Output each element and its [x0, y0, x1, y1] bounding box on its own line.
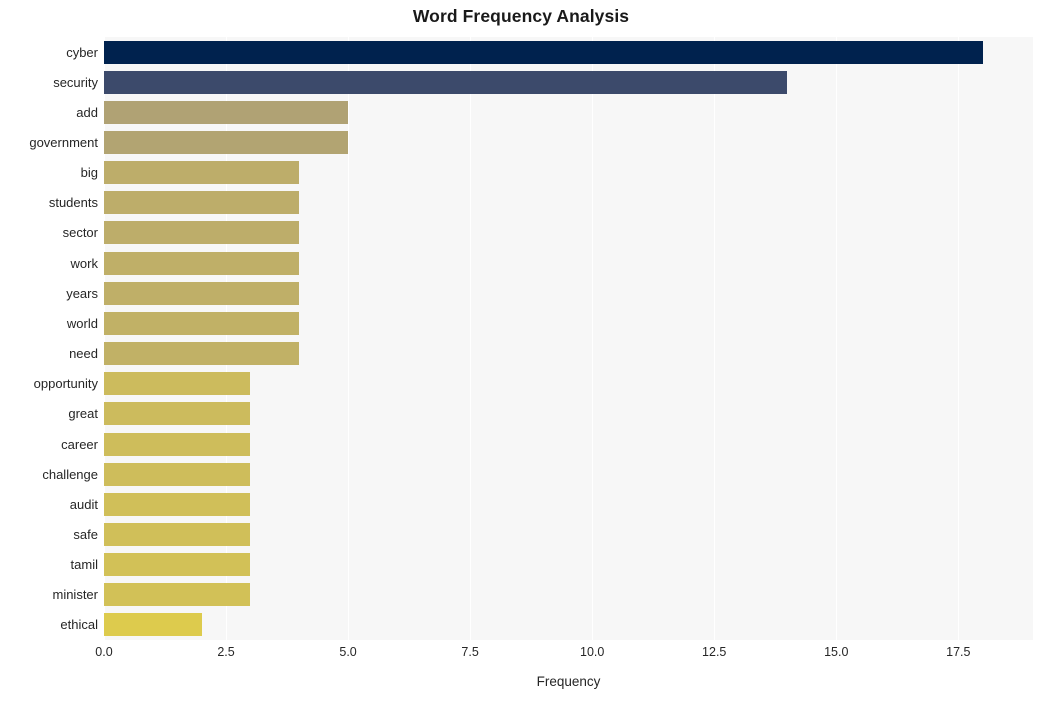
bar-government	[104, 131, 349, 155]
x-tick-label-2.5: 2.5	[217, 645, 235, 659]
bar-need	[104, 342, 300, 366]
bar-challenge	[104, 462, 251, 486]
bar-work	[104, 251, 300, 275]
bar-career	[104, 432, 251, 456]
chart-title: Word Frequency Analysis	[412, 6, 630, 26]
y-tick-label-world: world	[66, 315, 98, 331]
y-tick-label-need: need	[69, 346, 98, 362]
x-axis-tick-labels: 0.0 2.5 5.0 7.5 10.0 12.5 15.0 17.5	[95, 645, 1033, 665]
y-tick-label-ethical: ethical	[60, 617, 98, 633]
plot-area	[104, 37, 1033, 640]
x-tick-label-12.5: 12.5	[702, 645, 727, 659]
y-tick-label-challenge: challenge	[42, 466, 98, 482]
y-tick-label-safe: safe	[73, 526, 98, 542]
y-tick-label-opportunity: opportunity	[33, 376, 98, 392]
y-tick-label-work: work	[70, 255, 98, 271]
bar-add	[104, 100, 349, 124]
x-tick-label-7.5: 7.5	[461, 645, 479, 659]
y-tick-label-tamil: tamil	[70, 557, 98, 573]
y-tick-label-students: students	[48, 195, 98, 211]
bar-world	[104, 311, 300, 335]
y-tick-label-add: add	[76, 104, 98, 120]
bar-safe	[104, 522, 251, 546]
y-tick-label-security: security	[53, 74, 98, 90]
x-tick-label-5.0: 5.0	[339, 645, 357, 659]
y-tick-label-great: great	[68, 406, 98, 422]
bar-students	[104, 191, 300, 215]
y-tick-label-career: career	[61, 436, 98, 452]
x-tick-label-17.5: 17.5	[946, 645, 971, 659]
bar-opportunity	[104, 372, 251, 396]
y-tick-label-cyber: cyber	[66, 44, 98, 60]
y-tick-label-minister: minister	[52, 587, 98, 603]
y-tick-label-big: big	[80, 165, 98, 181]
bar-tamil	[104, 553, 251, 577]
bar-ethical	[104, 613, 202, 637]
y-tick-label-sector: sector	[62, 225, 98, 241]
bar-cyber	[104, 40, 983, 64]
bar-security	[104, 70, 788, 94]
y-tick-label-government: government	[29, 135, 98, 151]
x-axis-label: Frequency	[536, 674, 601, 689]
x-tick-label-10.0: 10.0	[580, 645, 605, 659]
x-tick-label-0.0: 0.0	[95, 645, 113, 659]
y-tick-label-audit: audit	[69, 496, 98, 512]
x-tick-label-15.0: 15.0	[824, 645, 849, 659]
bar-audit	[104, 492, 251, 516]
bar-sector	[104, 221, 300, 245]
bar-minister	[104, 583, 251, 607]
bar-big	[104, 161, 300, 185]
y-tick-label-years: years	[66, 285, 98, 301]
word-frequency-chart-figure: Word Frequency Analysis cyber security add…	[0, 0, 1042, 701]
bars-layer	[104, 37, 1033, 640]
y-axis-category-labels: cyber security add government big students sec…	[0, 37, 98, 640]
bar-great	[104, 402, 251, 426]
bar-years	[104, 281, 300, 305]
